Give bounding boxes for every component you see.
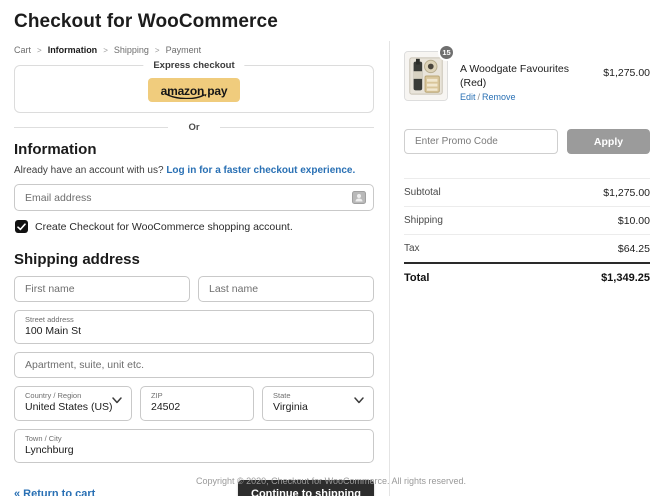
breadcrumb-shipping[interactable]: Shipping [114, 45, 149, 55]
account-prompt: Already have an account with us? Log in … [14, 165, 374, 176]
first-name-field[interactable] [14, 276, 190, 302]
content-columns: Cart > Information > Shipping > Payment … [0, 41, 662, 496]
apartment-field[interactable] [14, 352, 374, 378]
subtotal-row: Subtotal $1,275.00 [404, 179, 650, 207]
town-city-field[interactable]: Town / City Lynchburg [14, 429, 374, 463]
breadcrumb-cart[interactable]: Cart [14, 45, 31, 55]
state-value: Virginia [273, 401, 363, 415]
street-address-field[interactable]: Street address 100 Main St [14, 310, 374, 344]
main-column: Cart > Information > Shipping > Payment … [14, 41, 374, 496]
create-account-label: Create Checkout for WooCommerce shopping… [35, 221, 293, 233]
zip-field[interactable]: ZIP 24502 [140, 386, 254, 420]
zip-value: 24502 [151, 401, 243, 415]
shipping-heading: Shipping address [14, 251, 374, 268]
breadcrumb-payment[interactable]: Payment [166, 45, 202, 55]
cart-item-row: 15 A Woodgate Favourites (Red) Edit/Remo… [404, 51, 650, 102]
breadcrumb-separator: > [155, 46, 160, 55]
chevron-down-icon [354, 397, 364, 404]
breadcrumb-separator: > [103, 46, 108, 55]
tax-label: Tax [404, 243, 420, 254]
total-row: Total $1,349.25 [404, 262, 650, 292]
amazon-smile-icon [165, 93, 207, 99]
order-totals: Subtotal $1,275.00 Shipping $10.00 Tax $… [404, 178, 650, 292]
express-checkout-box: Express checkout amazon pay [14, 65, 374, 113]
chevron-down-icon [112, 397, 122, 404]
last-name-field[interactable] [198, 276, 374, 302]
copyright-footer: Copyright © 2020, Checkout for WooCommer… [0, 476, 662, 486]
breadcrumb: Cart > Information > Shipping > Payment [14, 45, 374, 55]
shipping-cost-row: Shipping $10.00 [404, 207, 650, 235]
account-prompt-text: Already have an account with us? [14, 165, 164, 176]
product-links: Edit/Remove [460, 92, 595, 102]
product-info: A Woodgate Favourites (Red) Edit/Remove [460, 51, 595, 102]
promo-code-input[interactable] [404, 129, 558, 154]
checkout-page: Checkout for WooCommerce Cart > Informat… [0, 0, 662, 496]
page-title: Checkout for WooCommerce [0, 0, 662, 41]
country-label: Country / Region [25, 391, 121, 401]
total-label: Total [404, 272, 429, 284]
return-to-cart-link[interactable]: « Return to cart [14, 488, 95, 496]
subtotal-value: $1,275.00 [603, 187, 650, 199]
email-field-wrap [14, 184, 374, 211]
checkmark-icon [17, 223, 26, 231]
breadcrumb-separator: > [37, 46, 42, 55]
total-value: $1,349.25 [601, 272, 650, 284]
product-thumbnail-wrap: 15 [404, 51, 448, 101]
apartment-row [14, 352, 374, 378]
remove-item-link[interactable]: Remove [482, 92, 516, 102]
or-divider: Or [14, 122, 374, 133]
tax-row: Tax $64.25 [404, 235, 650, 262]
shipping-cost-label: Shipping [404, 215, 443, 226]
street-address-value: 100 Main St [25, 325, 363, 339]
state-select[interactable]: State Virginia [262, 386, 374, 420]
email-field[interactable] [14, 184, 374, 211]
breadcrumb-information[interactable]: Information [48, 45, 98, 55]
or-label: Or [188, 122, 199, 133]
street-address-label: Street address [25, 315, 363, 325]
amazon-pay-button[interactable]: amazon pay [148, 78, 240, 102]
shipping-cost-value: $10.00 [618, 215, 650, 227]
town-city-label: Town / City [25, 434, 363, 444]
autofill-contact-icon[interactable] [352, 191, 366, 204]
shipping-section: Shipping address Street address 100 Main… [14, 251, 374, 463]
name-row [14, 276, 374, 302]
subtotal-label: Subtotal [404, 187, 441, 198]
country-value: United States (US) [25, 401, 121, 415]
quantity-badge: 15 [438, 44, 455, 61]
region-row: Country / Region United States (US) ZIP … [14, 386, 374, 420]
town-city-value: Lynchburg [25, 444, 363, 458]
edit-item-link[interactable]: Edit [460, 92, 476, 102]
express-checkout-legend: Express checkout [143, 60, 244, 71]
state-label: State [273, 391, 363, 401]
zip-label: ZIP [151, 391, 243, 401]
promo-code-row: Apply [404, 129, 650, 154]
create-account-checkbox[interactable] [15, 220, 28, 233]
product-price: $1,275.00 [603, 51, 650, 79]
product-name: A Woodgate Favourites (Red) [460, 63, 595, 90]
tax-value: $64.25 [618, 243, 650, 255]
login-link[interactable]: Log in for a faster checkout experience. [166, 165, 355, 176]
create-account-row[interactable]: Create Checkout for WooCommerce shopping… [15, 220, 374, 233]
country-select[interactable]: Country / Region United States (US) [14, 386, 132, 420]
information-heading: Information [14, 141, 374, 158]
order-summary-sidebar: 15 A Woodgate Favourites (Red) Edit/Remo… [389, 41, 650, 496]
apply-promo-button[interactable]: Apply [567, 129, 650, 154]
